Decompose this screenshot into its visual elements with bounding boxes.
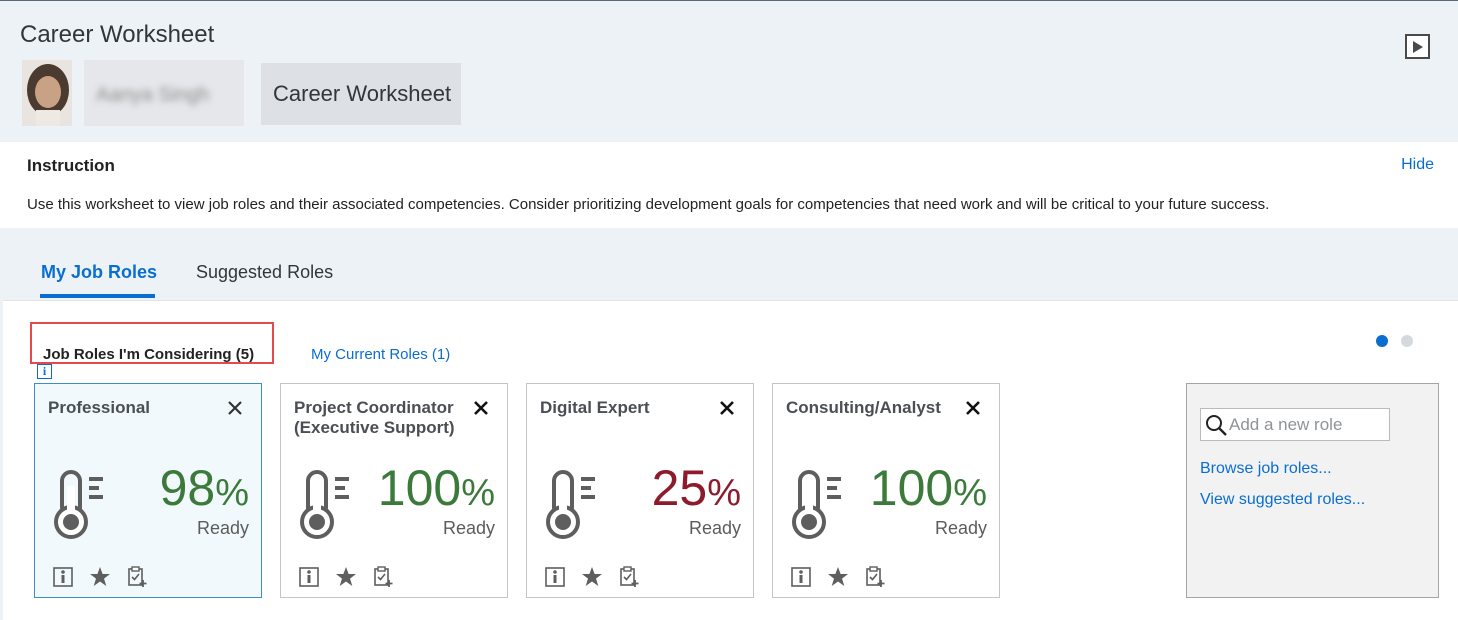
role-card-project-coordinator[interactable]: Project Coordinator (Executive Support) …: [280, 383, 508, 598]
card-title: Consulting/Analyst: [786, 398, 941, 417]
page-header: Career Worksheet Aanya Singh Career Work…: [0, 0, 1458, 142]
add-role-search[interactable]: [1200, 408, 1390, 441]
close-icon[interactable]: [719, 400, 735, 416]
info-icon[interactable]: [790, 566, 812, 588]
add-to-plan-icon[interactable]: [618, 566, 640, 588]
avatar: [22, 60, 72, 126]
readiness-label: Ready: [688, 518, 741, 538]
close-icon[interactable]: [473, 400, 489, 416]
thermometer-icon: [792, 470, 841, 539]
user-name: Aanya Singh: [96, 84, 210, 106]
info-icon[interactable]: i: [37, 364, 52, 379]
readiness-value: 100: [377, 460, 462, 516]
user-name-box: Aanya Singh: [84, 60, 244, 126]
page-title: Career Worksheet: [20, 21, 215, 48]
percent-sign: %: [707, 472, 741, 514]
instruction-text: Use this worksheet to view job roles and…: [27, 196, 1270, 213]
add-to-plan-icon[interactable]: [864, 566, 886, 588]
add-to-plan-icon[interactable]: [126, 566, 148, 588]
readiness-label: Ready: [934, 518, 987, 538]
readiness-percent: 100%: [378, 460, 495, 521]
star-icon[interactable]: [89, 566, 111, 588]
percent-sign: %: [461, 472, 495, 514]
readiness-label: Ready: [442, 518, 495, 538]
thermometer-icon: [300, 470, 349, 539]
info-icon[interactable]: [298, 566, 320, 588]
career-worksheet-button[interactable]: Career Worksheet: [261, 63, 461, 125]
subtab-considering[interactable]: Job Roles I'm Considering (5): [43, 346, 254, 363]
browse-job-roles-link[interactable]: Browse job roles...: [1200, 460, 1332, 478]
thermometer-icon: [546, 470, 595, 539]
role-card-digital-expert[interactable]: Digital Expert 25% Ready: [526, 383, 754, 598]
play-button[interactable]: [1405, 34, 1430, 59]
page-dot-2[interactable]: [1401, 335, 1413, 347]
role-card-professional[interactable]: Professional 98% Ready: [34, 383, 262, 598]
close-icon[interactable]: [965, 400, 981, 416]
thermometer-icon: [54, 470, 103, 539]
instruction-panel: Instruction Hide Use this worksheet to v…: [0, 142, 1458, 228]
view-suggested-roles-link[interactable]: View suggested roles...: [1200, 491, 1365, 509]
role-card-consulting-analyst[interactable]: Consulting/Analyst 100% Ready: [772, 383, 1000, 598]
star-icon[interactable]: [827, 566, 849, 588]
readiness-percent: 98%: [160, 460, 249, 521]
job-roles-panel: Job Roles I'm Considering (5) My Current…: [3, 300, 1458, 620]
add-role-panel: Browse job roles... View suggested roles…: [1186, 383, 1439, 598]
tab-my-job-roles[interactable]: My Job Roles: [41, 262, 157, 283]
add-role-input[interactable]: [1229, 413, 1385, 437]
star-icon[interactable]: [335, 566, 357, 588]
card-title: Project Coordinator (Executive Support): [294, 398, 455, 437]
info-icon[interactable]: [52, 566, 74, 588]
readiness-percent: 25%: [652, 460, 741, 521]
percent-sign: %: [215, 472, 249, 514]
readiness-value: 25: [651, 460, 708, 516]
page-dot-1[interactable]: [1376, 335, 1388, 347]
info-icon[interactable]: [544, 566, 566, 588]
search-icon: [1206, 415, 1227, 436]
readiness-value: 100: [869, 460, 954, 516]
readiness-label: Ready: [196, 518, 249, 538]
play-icon: [1413, 41, 1423, 53]
add-to-plan-icon[interactable]: [372, 566, 394, 588]
close-icon[interactable]: [227, 400, 243, 416]
active-tab-indicator: [40, 294, 155, 298]
card-title: Digital Expert: [540, 398, 650, 417]
percent-sign: %: [953, 472, 987, 514]
tab-suggested-roles[interactable]: Suggested Roles: [196, 262, 333, 283]
hide-link[interactable]: Hide: [1401, 156, 1434, 174]
readiness-value: 98: [159, 460, 216, 516]
instruction-title: Instruction: [27, 156, 115, 175]
subtab-current-roles[interactable]: My Current Roles (1): [311, 346, 450, 363]
tab-bar: My Job Roles Suggested Roles: [0, 228, 1458, 300]
readiness-percent: 100%: [870, 460, 987, 521]
star-icon[interactable]: [581, 566, 603, 588]
card-title: Professional: [48, 398, 151, 417]
